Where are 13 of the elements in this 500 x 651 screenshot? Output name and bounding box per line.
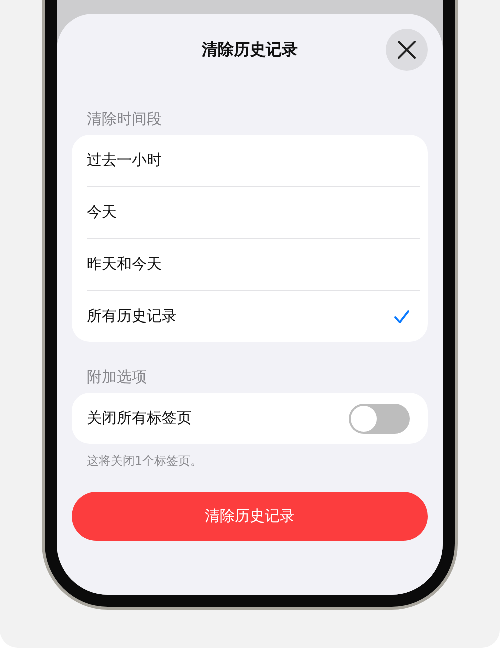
close-icon	[398, 41, 416, 59]
toggle-switch[interactable]	[349, 404, 410, 434]
option-row[interactable]: 昨天和今天	[87, 238, 420, 290]
close-button[interactable]	[386, 29, 428, 71]
section-header: 附加选项	[86, 367, 148, 388]
toggle-label: 关闭所有标签页	[87, 409, 192, 428]
option-row[interactable]: 过去一小时	[87, 135, 420, 186]
clear-history-button[interactable]: 清除历史记录	[72, 492, 428, 541]
sheet-title: 清除历史记录	[202, 40, 298, 60]
section-header: 清除时间段	[86, 109, 163, 130]
option-row[interactable]: 所有历史记录	[87, 290, 420, 342]
footnote: 这将关闭1个标签页。	[86, 453, 204, 470]
option-row[interactable]: 今天	[87, 186, 420, 238]
